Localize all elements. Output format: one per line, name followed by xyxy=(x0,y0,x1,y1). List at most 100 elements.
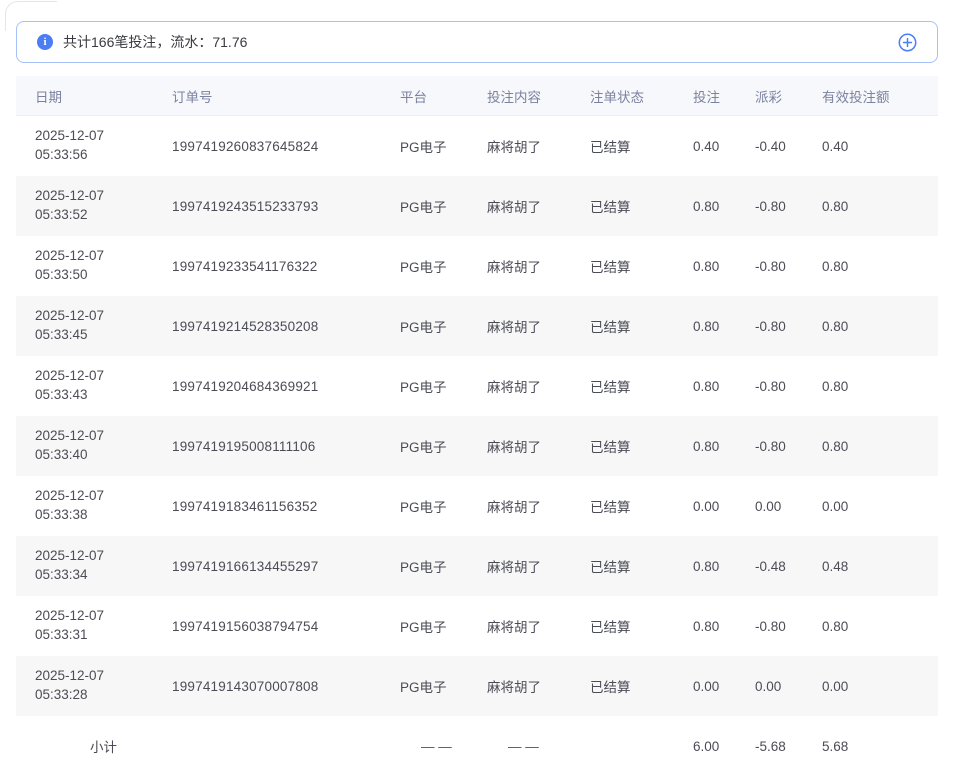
cell-bet: 0.80 xyxy=(693,439,755,454)
table-row: 2025-12-07 05:33:50 1997419233541176322 … xyxy=(16,236,938,296)
col-header-payout: 派彩 xyxy=(755,86,822,106)
cell-bet: 0.80 xyxy=(693,619,755,634)
cell-status: 已结算 xyxy=(590,676,693,696)
cell-date: 2025-12-07 05:33:43 xyxy=(35,367,172,404)
cell-order-no: 1997419183461156352 xyxy=(172,499,400,514)
table-body: 2025-12-07 05:33:56 1997419260837645824 … xyxy=(16,116,938,716)
cell-bet-content: 麻将胡了 xyxy=(487,676,590,696)
date-value: 2025-12-07 xyxy=(35,547,172,566)
cell-valid-bet: 0.80 xyxy=(822,259,938,274)
cell-order-no: 1997419214528350208 xyxy=(172,319,400,334)
date-value: 2025-12-07 xyxy=(35,247,172,266)
cell-valid-bet: 0.48 xyxy=(822,559,938,574)
cell-bet-content: 麻将胡了 xyxy=(487,436,590,456)
cell-order-no: 1997419204684369921 xyxy=(172,379,400,394)
cell-valid-bet: 0.80 xyxy=(822,199,938,214)
cell-bet: 0.80 xyxy=(693,379,755,394)
cell-bet: 0.80 xyxy=(693,199,755,214)
cell-platform: PG电子 xyxy=(400,616,487,636)
info-icon: i xyxy=(37,34,53,50)
cell-order-no: 1997419233541176322 xyxy=(172,259,400,274)
table-row: 2025-12-07 05:33:38 1997419183461156352 … xyxy=(16,476,938,536)
cell-bet-content: 麻将胡了 xyxy=(487,136,590,156)
expand-button[interactable] xyxy=(897,32,917,52)
cell-status: 已结算 xyxy=(590,436,693,456)
col-header-bet-content: 投注内容 xyxy=(487,86,590,106)
subtotal-bet-content: — — xyxy=(487,739,590,754)
col-header-status: 注单状态 xyxy=(590,86,693,106)
table-row: 2025-12-07 05:33:40 1997419195008111106 … xyxy=(16,416,938,476)
col-header-platform: 平台 xyxy=(400,86,487,106)
cell-date: 2025-12-07 05:33:52 xyxy=(35,187,172,224)
cell-date: 2025-12-07 05:33:40 xyxy=(35,427,172,464)
cell-bet: 0.80 xyxy=(693,319,755,334)
cell-payout: -0.80 xyxy=(755,379,822,394)
cell-payout: -0.80 xyxy=(755,319,822,334)
cell-status: 已结算 xyxy=(590,496,693,516)
time-value: 05:33:34 xyxy=(35,566,172,585)
table-row: 2025-12-07 05:33:56 1997419260837645824 … xyxy=(16,116,938,176)
time-value: 05:33:52 xyxy=(35,206,172,225)
cell-platform: PG电子 xyxy=(400,436,487,456)
cell-valid-bet: 0.00 xyxy=(822,679,938,694)
date-value: 2025-12-07 xyxy=(35,367,172,386)
cell-bet-content: 麻将胡了 xyxy=(487,496,590,516)
cell-bet: 0.00 xyxy=(693,499,755,514)
subtotal-row: 小计 — — — — 6.00 -5.68 5.68 xyxy=(16,716,938,767)
cell-order-no: 1997419156038794754 xyxy=(172,619,400,634)
cell-bet: 0.00 xyxy=(693,679,755,694)
date-value: 2025-12-07 xyxy=(35,427,172,446)
cell-bet-content: 麻将胡了 xyxy=(487,256,590,276)
cell-status: 已结算 xyxy=(590,316,693,336)
date-value: 2025-12-07 xyxy=(35,187,172,206)
table-row: 2025-12-07 05:33:28 1997419143070007808 … xyxy=(16,656,938,716)
plus-circle-icon xyxy=(898,33,917,52)
cell-platform: PG电子 xyxy=(400,136,487,156)
subtotal-valid-bet: 5.68 xyxy=(822,739,938,754)
date-value: 2025-12-07 xyxy=(35,487,172,506)
cell-status: 已结算 xyxy=(590,256,693,276)
cell-valid-bet: 0.00 xyxy=(822,499,938,514)
table-row: 2025-12-07 05:33:45 1997419214528350208 … xyxy=(16,296,938,356)
table-header-row: 日期 订单号 平台 投注内容 注单状态 投注 派彩 有效投注额 xyxy=(16,76,938,116)
subtotal-label: 小计 xyxy=(35,736,172,756)
summary-text: 共计166笔投注，流水：71.76 xyxy=(63,32,247,52)
table-row: 2025-12-07 05:33:31 1997419156038794754 … xyxy=(16,596,938,656)
cell-bet-content: 麻将胡了 xyxy=(487,616,590,636)
col-header-valid-bet: 有效投注额 xyxy=(822,86,938,106)
date-value: 2025-12-07 xyxy=(35,127,172,146)
cell-status: 已结算 xyxy=(590,616,693,636)
col-header-order-no: 订单号 xyxy=(172,86,400,106)
subtotal-platform: — — xyxy=(400,739,487,754)
cell-status: 已结算 xyxy=(590,376,693,396)
table-row: 2025-12-07 05:33:52 1997419243515233793 … xyxy=(16,176,938,236)
cell-valid-bet: 0.80 xyxy=(822,439,938,454)
cell-order-no: 1997419143070007808 xyxy=(172,679,400,694)
cell-payout: -0.80 xyxy=(755,439,822,454)
time-value: 05:33:38 xyxy=(35,506,172,525)
cell-bet: 0.80 xyxy=(693,259,755,274)
cell-platform: PG电子 xyxy=(400,496,487,516)
table-row: 2025-12-07 05:33:34 1997419166134455297 … xyxy=(16,536,938,596)
cell-bet: 0.80 xyxy=(693,559,755,574)
cell-order-no: 1997419243515233793 xyxy=(172,199,400,214)
cell-date: 2025-12-07 05:33:38 xyxy=(35,487,172,524)
cell-payout: -0.40 xyxy=(755,139,822,154)
cell-platform: PG电子 xyxy=(400,316,487,336)
cell-status: 已结算 xyxy=(590,196,693,216)
subtotal-payout: -5.68 xyxy=(755,739,822,754)
time-value: 05:33:40 xyxy=(35,446,172,465)
date-value: 2025-12-07 xyxy=(35,307,172,326)
cell-bet-content: 麻将胡了 xyxy=(487,376,590,396)
cell-platform: PG电子 xyxy=(400,556,487,576)
col-header-date: 日期 xyxy=(35,86,172,106)
cell-date: 2025-12-07 05:33:56 xyxy=(35,127,172,164)
cell-bet: 0.40 xyxy=(693,139,755,154)
time-value: 05:33:50 xyxy=(35,266,172,285)
cell-date: 2025-12-07 05:33:45 xyxy=(35,307,172,344)
table-row: 2025-12-07 05:33:43 1997419204684369921 … xyxy=(16,356,938,416)
col-header-bet: 投注 xyxy=(693,86,755,106)
cell-valid-bet: 0.80 xyxy=(822,619,938,634)
cell-date: 2025-12-07 05:33:34 xyxy=(35,547,172,584)
cell-status: 已结算 xyxy=(590,556,693,576)
